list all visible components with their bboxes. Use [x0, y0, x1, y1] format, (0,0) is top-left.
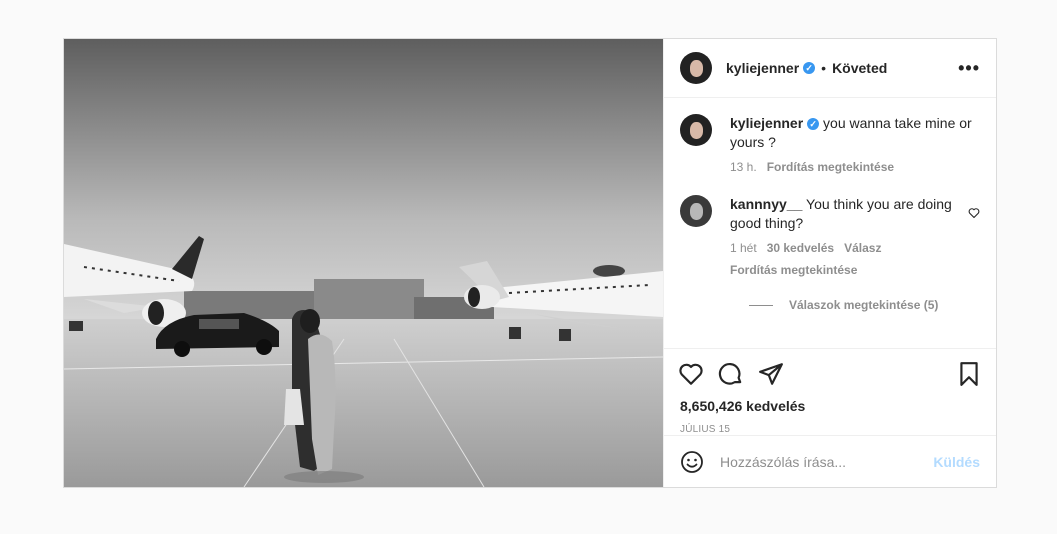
caption-avatar[interactable] — [680, 114, 712, 146]
action-bar — [664, 348, 996, 398]
comment-input[interactable] — [718, 452, 934, 471]
caption-verified-badge-icon: ✓ — [807, 118, 820, 131]
comment-meta: 1 hét 30 kedvelés Válasz — [730, 239, 968, 258]
share-icon[interactable] — [758, 361, 784, 387]
following-button[interactable]: Követed — [832, 60, 887, 76]
caption-meta: 13 h. Fordítás megtekintése — [730, 158, 980, 177]
comment-time[interactable]: 1 hét — [730, 241, 757, 255]
comment-reply-button[interactable]: Válasz — [844, 241, 881, 255]
comment-icon[interactable] — [718, 361, 744, 387]
view-replies-button[interactable]: Válaszok megtekintése (5) — [749, 298, 980, 312]
commenter-avatar[interactable] — [680, 195, 712, 227]
caption-time[interactable]: 13 h. — [730, 160, 757, 174]
bookmark-icon[interactable] — [956, 361, 982, 387]
emoji-icon[interactable] — [680, 450, 704, 474]
heart-icon[interactable] — [678, 361, 704, 387]
airport-scene-image — [64, 39, 663, 487]
comment-translate-row: Fordítás megtekintése — [730, 261, 968, 280]
comment-composer: Küldés — [664, 435, 996, 487]
post-date[interactable]: JÚLIUS 15 — [664, 414, 996, 435]
more-horizontal-icon[interactable]: ••• — [958, 58, 980, 79]
commenter-username[interactable]: kannnyy__ — [730, 196, 802, 212]
comments-section: kyliejenner ✓ you wanna take mine or your… — [664, 98, 996, 348]
caption-row: kyliejenner ✓ you wanna take mine or your… — [680, 114, 980, 177]
caption-body: kyliejenner ✓ you wanna take mine or your… — [730, 114, 980, 177]
verified-badge-icon: ✓ — [803, 62, 816, 74]
comment-translate-link[interactable]: Fordítás megtekintése — [730, 263, 857, 277]
comment-body: kannnyy__ You think you are doing good t… — [730, 195, 968, 280]
author-avatar[interactable] — [680, 52, 712, 84]
comment-heart-icon[interactable] — [968, 207, 980, 219]
caption-username[interactable]: kyliejenner — [730, 115, 803, 131]
replies-divider-line — [749, 304, 773, 306]
post-comment-button[interactable]: Küldés — [933, 454, 980, 470]
post-sidebar: kyliejenner ✓ • Követed ••• kyliejenner ✓… — [664, 39, 996, 487]
post-card: kyliejenner ✓ • Követed ••• kyliejenner ✓… — [63, 38, 997, 488]
separator-dot: • — [821, 60, 827, 76]
comment-row: kannnyy__ You think you are doing good t… — [680, 195, 980, 280]
likes-count[interactable]: 8,650,426 kedvelés — [664, 398, 996, 414]
post-photo[interactable] — [64, 39, 664, 487]
post-header: kyliejenner ✓ • Követed ••• — [664, 39, 996, 98]
view-replies-label: Válaszok megtekintése (5) — [789, 298, 939, 312]
caption-translate-link[interactable]: Fordítás megtekintése — [767, 160, 894, 174]
author-username[interactable]: kyliejenner — [726, 60, 799, 76]
comment-likes[interactable]: 30 kedvelés — [767, 241, 834, 255]
